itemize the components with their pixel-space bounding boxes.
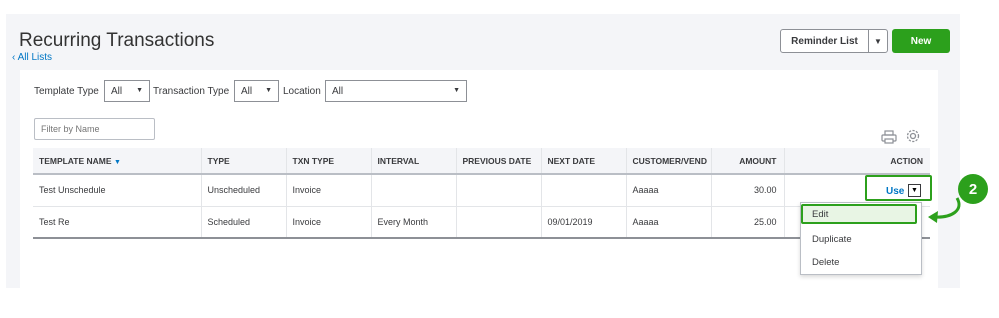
chevron-down-icon: ▼	[453, 87, 460, 94]
new-button[interactable]: New	[892, 29, 950, 53]
reminder-list-dropdown-button[interactable]: ▼	[868, 29, 888, 53]
column-header-customer[interactable]: CUSTOMER/VEND	[626, 148, 712, 175]
cell-previous-date	[456, 174, 542, 207]
chevron-down-icon: ▼	[265, 87, 272, 94]
cell-txn-type: Invoice	[286, 174, 372, 207]
cell-txn-type: Invoice	[286, 206, 372, 239]
column-header-template-name[interactable]: TEMPLATE NAME ▼	[33, 148, 202, 175]
cell-customer: Aaaaa	[626, 206, 712, 239]
recurring-transactions-table: TEMPLATE NAME ▼ TYPE TXN TYPE INTERVAL P…	[33, 148, 930, 239]
cell-amount: 30.00	[711, 174, 785, 207]
template-type-value: All	[111, 85, 123, 97]
template-type-label: Template Type	[34, 86, 99, 97]
table-row[interactable]: Test Unschedule Unscheduled Invoice Aaaa…	[33, 174, 930, 207]
cell-previous-date	[456, 206, 542, 239]
location-label: Location	[283, 86, 321, 97]
all-lists-label[interactable]: All Lists	[18, 52, 52, 63]
column-header-label: TEMPLATE NAME	[39, 155, 112, 166]
location-select[interactable]: All ▼	[325, 80, 467, 102]
column-header-interval[interactable]: INTERVAL	[371, 148, 457, 175]
menu-item-edit[interactable]: Edit	[800, 209, 828, 220]
transaction-type-select[interactable]: All ▼	[234, 80, 279, 102]
print-icon[interactable]	[881, 130, 897, 144]
filter-by-name-input[interactable]	[34, 118, 155, 140]
column-header-next-date[interactable]: NEXT DATE	[541, 148, 627, 175]
cell-type: Scheduled	[201, 206, 287, 239]
column-header-previous-date[interactable]: PREVIOUS DATE	[456, 148, 542, 175]
cell-template-name: Test Unschedule	[33, 174, 202, 207]
cell-customer: Aaaaa	[626, 174, 712, 207]
chevron-down-icon: ▼	[911, 187, 918, 194]
cell-template-name: Test Re	[33, 206, 202, 239]
column-header-action: ACTION	[784, 148, 930, 175]
chevron-down-icon: ▼	[136, 87, 143, 94]
sort-down-icon: ▼	[113, 158, 121, 166]
cell-interval: Every Month	[371, 206, 457, 239]
column-header-txn-type[interactable]: TXN TYPE	[286, 148, 372, 175]
column-header-amount[interactable]: AMOUNT	[711, 148, 785, 175]
cell-amount: 25.00	[711, 206, 785, 239]
transaction-type-label: Transaction Type	[153, 86, 230, 97]
all-lists-link[interactable]: ‹ All Lists	[12, 52, 52, 63]
location-value: All	[332, 85, 344, 97]
cell-type: Unscheduled	[201, 174, 287, 207]
transaction-type-value: All	[241, 85, 253, 97]
table-row[interactable]: Test Re Scheduled Invoice Every Month 09…	[33, 206, 930, 239]
chevron-down-icon: ▼	[874, 36, 882, 46]
menu-item-delete[interactable]: Delete	[800, 257, 839, 268]
use-button[interactable]: Use	[886, 186, 904, 197]
curved-arrow-icon	[928, 197, 961, 223]
template-type-select[interactable]: All ▼	[104, 80, 150, 102]
gear-icon[interactable]	[905, 128, 921, 144]
page-title: Recurring Transactions	[19, 30, 215, 51]
table-header-row: TEMPLATE NAME ▼ TYPE TXN TYPE INTERVAL P…	[33, 148, 930, 175]
cell-next-date	[541, 174, 627, 207]
cell-interval	[371, 174, 457, 207]
column-header-type[interactable]: TYPE	[201, 148, 287, 175]
cell-next-date: 09/01/2019	[541, 206, 627, 239]
menu-item-duplicate[interactable]: Duplicate	[800, 234, 852, 245]
reminder-list-button[interactable]: Reminder List	[780, 29, 869, 53]
